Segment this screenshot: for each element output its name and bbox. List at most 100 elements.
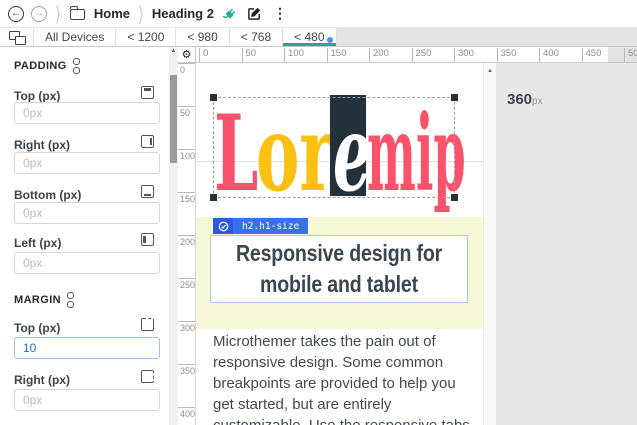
- preview-scrollbar[interactable]: ▲: [483, 63, 496, 425]
- v-ruler-label: 200: [178, 235, 196, 247]
- tab-lt-1200[interactable]: < 1200: [116, 28, 177, 46]
- h-ruler-label: 350: [496, 48, 516, 62]
- h-ruler-label: 250: [411, 48, 431, 62]
- sidebar-scrollbar[interactable]: ▲: [169, 47, 178, 425]
- paragraph-line: responsive design. Some common: [213, 354, 444, 371]
- viewport-width-value: 360: [507, 91, 533, 108]
- margin-right-row: Right (px): [14, 370, 164, 389]
- microthemer-app: ← → ⟩ Home ⟩ Heading 2 ⋮ All Devices < 1…: [0, 0, 637, 425]
- margin-top-input[interactable]: [14, 337, 160, 359]
- paragraph-line: get started, but are entirely: [213, 396, 392, 413]
- check-circle-icon: [213, 218, 233, 234]
- margin-right-side-icon: [141, 370, 154, 383]
- padding-bottom-label: Bottom (px): [14, 188, 82, 202]
- margin-right-label: Right (px): [14, 373, 70, 387]
- horizontal-ruler: 0 50 100 150 200 250 300 350 400 450 500: [196, 47, 637, 63]
- v-ruler-label: 50: [178, 106, 195, 118]
- padding-bottom-side-icon: [141, 185, 154, 198]
- resize-handle-bottom-right[interactable]: [451, 194, 458, 201]
- tab-lt-480-label: < 480: [294, 30, 325, 44]
- properties-sidebar: PADDING Top (px) Right (px) Bottom (px) …: [0, 47, 178, 425]
- tab-lt-480[interactable]: < 480: [283, 28, 337, 46]
- link-values-icon[interactable]: [67, 292, 75, 308]
- scroll-up-icon[interactable]: ▲: [484, 68, 496, 74]
- v-ruler-label: 300: [178, 321, 196, 333]
- element-selection-box: [210, 94, 458, 201]
- paragraph-line: Microthemer takes the pain out of: [213, 333, 436, 350]
- resize-handle-bottom-left[interactable]: [210, 194, 217, 201]
- tab-lt-768[interactable]: < 768: [229, 28, 284, 46]
- h-ruler-label: 200: [369, 48, 389, 62]
- v-ruler-label: 400: [178, 407, 196, 419]
- selector-badge[interactable]: h2.h1-size: [213, 218, 309, 234]
- h-ruler-label: 50: [241, 48, 256, 62]
- h-ruler-label: 450: [581, 48, 601, 62]
- more-options-icon[interactable]: ⋮: [271, 5, 289, 23]
- breadcrumb-separator: ⟩: [55, 2, 61, 27]
- padding-right-label: Right (px): [14, 138, 70, 152]
- edit-code-icon[interactable]: [246, 5, 264, 23]
- tab-all-devices[interactable]: All Devices: [34, 28, 117, 46]
- intro-paragraph[interactable]: Microthemer takes the pain out of respon…: [213, 331, 475, 425]
- breadcrumb-home[interactable]: Home: [94, 6, 130, 21]
- device-preview-toggle[interactable]: [0, 28, 34, 46]
- viewport-width-indicator[interactable]: 360px: [507, 91, 543, 109]
- v-ruler-label: 150: [178, 192, 196, 204]
- home-folder-icon[interactable]: [69, 5, 87, 23]
- margin-top-row: Top (px): [14, 318, 164, 337]
- h-ruler-label: 100: [284, 48, 304, 62]
- scroll-up-icon[interactable]: ▲: [169, 48, 178, 54]
- resize-handle-top-right[interactable]: [451, 94, 458, 101]
- selected-heading-element[interactable]: Responsive design for mobile and tablet: [210, 235, 468, 303]
- h-ruler-label: 0: [199, 48, 208, 62]
- folder-icon: [69, 5, 86, 20]
- devices-icon: [9, 31, 26, 45]
- history-back-icon[interactable]: ←: [8, 5, 24, 22]
- heading-line: Responsive design for: [235, 240, 443, 266]
- padding-top-label: Top (px): [14, 89, 61, 103]
- margin-right-input[interactable]: [14, 389, 160, 411]
- paragraph-line: customizable. Use the responsive tabs: [213, 415, 475, 425]
- padding-right-side-icon: [141, 135, 154, 148]
- padding-top-side-icon: [141, 86, 154, 99]
- h-ruler-label: 300: [454, 48, 474, 62]
- padding-top-input[interactable]: [14, 102, 160, 124]
- margin-top-label: Top (px): [14, 321, 61, 335]
- padding-left-row: Left (px): [14, 233, 164, 252]
- padding-left-label: Left (px): [14, 236, 62, 250]
- breakpoint-bar-filler: [336, 28, 637, 46]
- breakpoint-bar: All Devices < 1200 < 980 < 768 < 480: [0, 28, 637, 47]
- active-breakpoint-dot: [326, 37, 333, 43]
- padding-section-title: PADDING: [14, 58, 81, 74]
- ruler-settings-button[interactable]: ⚙: [178, 47, 196, 63]
- v-ruler-label: 350: [178, 364, 196, 376]
- tab-lt-980[interactable]: < 980: [176, 28, 230, 46]
- history-forward-icon[interactable]: →: [31, 5, 47, 22]
- canvas-area: L or e mip h2.h1-size Responsive design …: [196, 63, 637, 425]
- preview-page: L or e mip h2.h1-size Responsive design …: [196, 63, 483, 425]
- paragraph-line: breakpoints are provided to help you: [213, 375, 456, 392]
- selector-badge-label: h2.h1-size: [233, 218, 309, 234]
- v-ruler-label: 0: [178, 63, 195, 75]
- padding-left-side-icon: [141, 233, 154, 246]
- padding-bottom-input[interactable]: [14, 202, 160, 224]
- v-ruler-label: 250: [178, 278, 196, 290]
- margin-section-title: MARGIN: [14, 292, 75, 308]
- v-ruler-label: 100: [178, 149, 196, 161]
- padding-left-input[interactable]: [14, 252, 160, 274]
- sidebar-scrollbar-thumb[interactable]: [170, 75, 177, 163]
- breadcrumb-separator: ⟩: [137, 2, 144, 27]
- target-plug-icon[interactable]: [221, 5, 239, 23]
- h-ruler-label: 400: [539, 48, 559, 62]
- gear-icon: ⚙: [181, 49, 192, 61]
- viewport-width-unit: px: [532, 96, 543, 107]
- padding-right-input[interactable]: [14, 152, 160, 174]
- h-ruler-label: 500: [624, 48, 637, 62]
- resize-handle-top-left[interactable]: [210, 94, 217, 101]
- heading-line: mobile and tablet: [260, 271, 418, 297]
- link-values-icon[interactable]: [72, 58, 81, 74]
- vertical-ruler: 0 50 100 150 200 250 300 350 400: [178, 63, 196, 425]
- breadcrumb-selector[interactable]: Heading 2: [152, 6, 214, 21]
- main-toolbar: ← → ⟩ Home ⟩ Heading 2 ⋮: [0, 0, 637, 28]
- margin-top-side-icon: [141, 318, 154, 331]
